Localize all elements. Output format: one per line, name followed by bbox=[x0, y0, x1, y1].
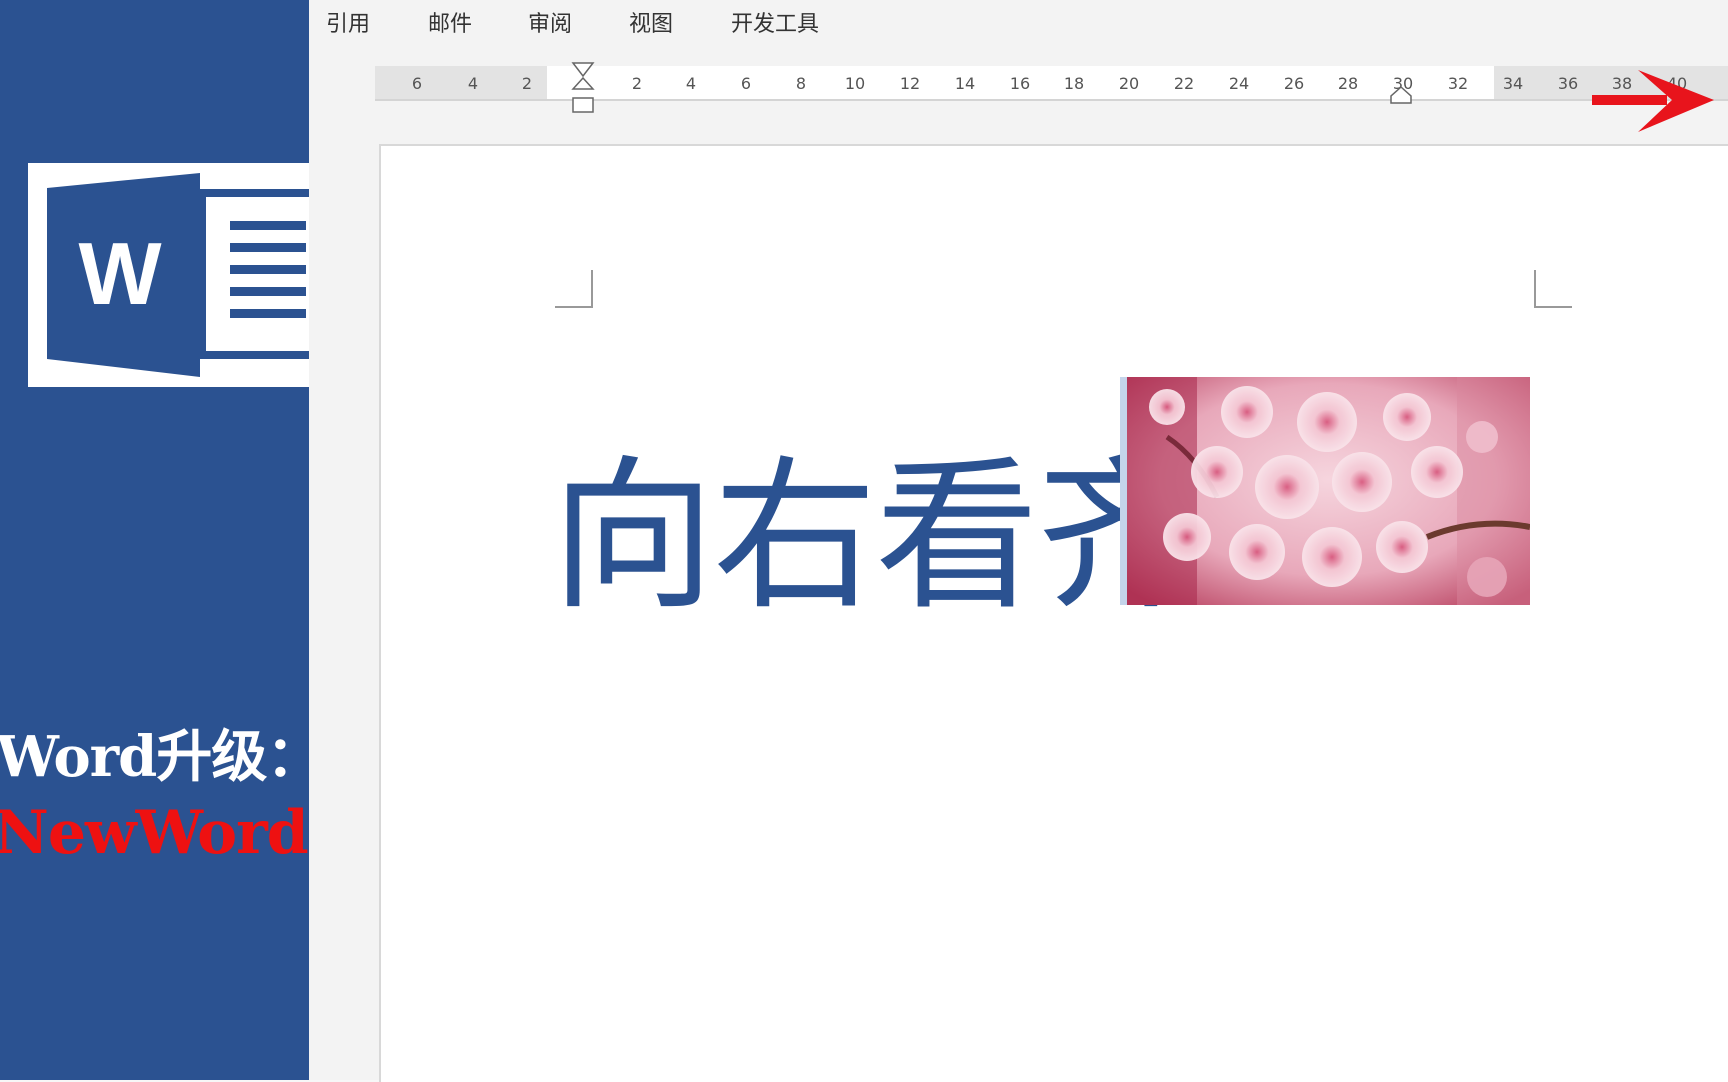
right-indent-marker-icon[interactable] bbox=[1390, 86, 1412, 104]
margin-corner-top-left-icon bbox=[555, 270, 593, 308]
ruler-tick: 6 bbox=[740, 74, 752, 93]
word-logo-icon: W bbox=[47, 173, 309, 377]
ruler-tick: 24 bbox=[1228, 74, 1250, 93]
document-heading-text[interactable]: 向右看齐 bbox=[551, 442, 1201, 632]
ruler-tick: 14 bbox=[954, 74, 976, 93]
left-indent-marker-icon[interactable] bbox=[571, 62, 595, 116]
cherry-blossom-picture[interactable] bbox=[1120, 377, 1537, 605]
cherry-blossom-photo-icon bbox=[1127, 377, 1531, 605]
word-logo: W bbox=[28, 163, 309, 387]
ruler-tick: 28 bbox=[1337, 74, 1359, 93]
ruler-tick: 36 bbox=[1557, 74, 1579, 93]
ruler-tick: 32 bbox=[1447, 74, 1469, 93]
ruler-tick: 34 bbox=[1502, 74, 1524, 93]
ruler-tick: 4 bbox=[467, 74, 479, 93]
tab-developer[interactable]: 开发工具 bbox=[731, 6, 819, 38]
margin-corner-top-right-icon bbox=[1534, 270, 1572, 308]
word-window: 引用 邮件 审阅 视图 开发工具 6 4 2 2 4 6 8 10 12 14 … bbox=[309, 0, 1728, 1082]
ruler-tick: 18 bbox=[1063, 74, 1085, 93]
ruler-tick: 10 bbox=[844, 74, 866, 93]
promo-product-name: NewWord bbox=[0, 798, 309, 868]
ruler-tick: 2 bbox=[631, 74, 643, 93]
ruler-tick: 12 bbox=[899, 74, 921, 93]
tab-view[interactable]: 视图 bbox=[629, 6, 673, 38]
ruler-tick: 16 bbox=[1009, 74, 1031, 93]
ruler-tick: 20 bbox=[1118, 74, 1140, 93]
promo-title: Word升级： bbox=[0, 724, 309, 790]
tab-mailings[interactable]: 邮件 bbox=[428, 6, 472, 38]
ruler-tick: 26 bbox=[1283, 74, 1305, 93]
ruler-tick: 38 bbox=[1611, 74, 1633, 93]
tab-review[interactable]: 审阅 bbox=[528, 6, 572, 38]
document-page[interactable]: 向右看齐 bbox=[379, 144, 1728, 1082]
ruler-tick: 8 bbox=[795, 74, 807, 93]
ruler-tick: 4 bbox=[685, 74, 697, 93]
tab-references[interactable]: 引用 bbox=[326, 6, 370, 38]
word-logo-letter: W bbox=[78, 224, 161, 323]
promo-sidebar: W Word升级： NewWord bbox=[0, 0, 309, 1080]
ribbon-tabs: 引用 邮件 审阅 视图 开发工具 bbox=[309, 0, 1728, 40]
ruler-tick: 6 bbox=[411, 74, 423, 93]
ruler-tick: 22 bbox=[1173, 74, 1195, 93]
ruler-tick: 2 bbox=[521, 74, 533, 93]
ruler-tick: 40 bbox=[1666, 74, 1688, 93]
